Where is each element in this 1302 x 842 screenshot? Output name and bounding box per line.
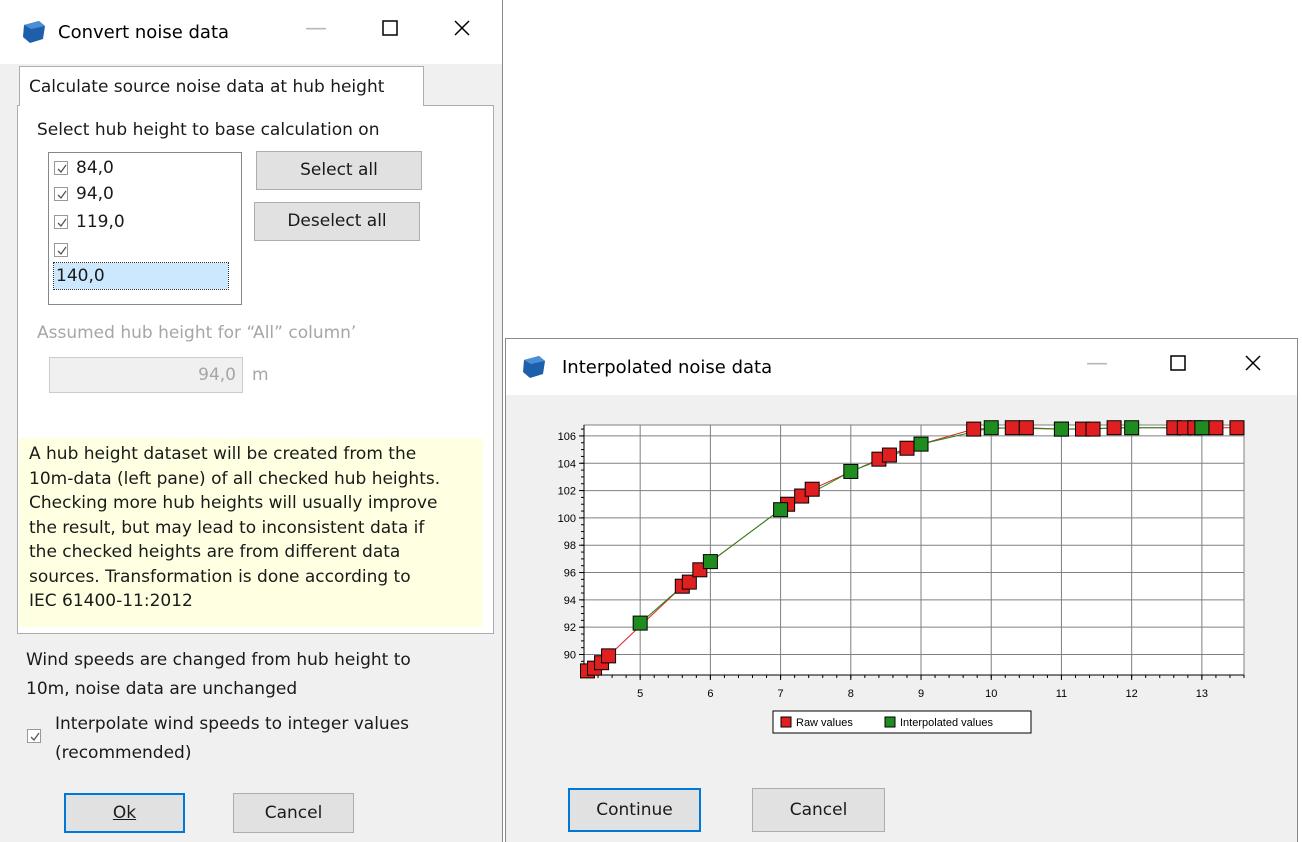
wind-speed-note: Wind speeds are changed from hub height … [26, 650, 411, 699]
checkbox[interactable] [54, 161, 68, 175]
hub-height-value: 84,0 [76, 158, 114, 178]
app-icon [23, 21, 45, 43]
raw-value-point [1208, 420, 1224, 436]
x-tick-label: 9 [918, 688, 924, 700]
raw-value-point [1106, 420, 1122, 436]
interpolated-legend-label: Interpolated values [900, 717, 993, 729]
x-tick-label: 10 [985, 688, 997, 700]
x-tick-label: 7 [778, 688, 784, 700]
hub-height-list[interactable]: 84,0 94,0 119,0 140,0 [48, 152, 242, 305]
checkbox[interactable] [54, 215, 68, 229]
y-tick-label: 102 [558, 486, 576, 498]
list-item[interactable]: 84,0 [54, 155, 116, 181]
maximize-button[interactable] [370, 17, 410, 42]
maximize-icon [1170, 355, 1186, 371]
interpolated-value-point [702, 554, 718, 570]
window-title: Interpolated noise data [562, 357, 773, 378]
maximize-button[interactable] [1158, 352, 1198, 377]
minimize-button[interactable]: — [296, 16, 336, 41]
raw-legend-label: Raw values [796, 717, 853, 729]
interpolated-value-point [632, 615, 648, 631]
hub-height-value: 140,0 [53, 262, 229, 290]
y-tick-label: 106 [558, 431, 576, 443]
hub-height-value: 94,0 [76, 184, 114, 204]
info-box: A hub height dataset will be created fro… [19, 438, 483, 627]
raw-value-point [1018, 420, 1034, 436]
select-all-button[interactable]: Select all [256, 151, 422, 190]
unit-label: m [252, 365, 269, 385]
raw-legend-swatch [780, 716, 792, 728]
y-tick-label: 100 [558, 513, 576, 525]
window-title: Convert noise data [58, 22, 230, 43]
cancel-button[interactable]: Cancel [233, 793, 354, 833]
app-icon [523, 356, 545, 378]
close-button[interactable] [1233, 352, 1273, 377]
deselect-all-button[interactable]: Deselect all [254, 202, 420, 241]
x-tick-label: 8 [848, 688, 854, 700]
x-tick-label: 11 [1056, 688, 1067, 700]
list-item[interactable]: 119,0 [54, 209, 127, 235]
continue-button[interactable]: Continue [568, 788, 701, 832]
cancel-button[interactable]: Cancel [752, 788, 885, 832]
title-bar: Convert noise data — [0, 0, 502, 64]
y-tick-label: 98 [564, 540, 576, 552]
y-tick-label: 90 [564, 650, 576, 662]
minimize-button[interactable]: — [1077, 351, 1117, 376]
check-icon [57, 218, 67, 228]
interpolated-value-point [1124, 420, 1140, 436]
interpolated-value-point [1053, 421, 1069, 437]
convert-noise-dialog: Convert noise data — Calculate source no… [0, 0, 503, 842]
noise-chart: 5 6 7 8 9 10 11 12 13 90 92 94 96 98 100 102 104 106 Raw … [558, 420, 1245, 734]
check-icon [57, 190, 67, 200]
hub-height-value: 119,0 [76, 212, 125, 232]
close-button[interactable] [442, 17, 482, 42]
checkbox[interactable] [54, 187, 68, 201]
interpolated-value-point [913, 436, 929, 452]
check-icon [57, 246, 67, 256]
x-tick-label: 6 [707, 688, 713, 700]
title-bar: Interpolated noise data — [506, 339, 1297, 395]
continue-label: Continue [596, 800, 673, 820]
interpolated-value-point [773, 502, 789, 518]
interpolate-checkbox[interactable] [27, 729, 41, 743]
y-tick-label: 92 [564, 622, 576, 634]
interpolate-label: Interpolate wind speeds to integer value… [55, 714, 410, 763]
raw-value-point [1085, 421, 1101, 437]
x-tick-label: 13 [1196, 688, 1208, 700]
y-tick-label: 96 [564, 568, 576, 580]
interpolated-value-point [843, 463, 859, 479]
y-tick-label: 94 [564, 595, 576, 607]
ok-label: Ok [112, 803, 137, 823]
checkbox[interactable] [54, 243, 68, 257]
list-item[interactable]: 94,0 [54, 181, 116, 207]
raw-value-point [804, 481, 820, 497]
assumed-hub-height-label: Assumed hub height for “All” column’ [37, 323, 357, 343]
tab-hub-height[interactable]: Calculate source noise data at hub heigh… [19, 66, 424, 106]
maximize-icon [382, 20, 398, 36]
check-icon [57, 164, 67, 174]
ok-button[interactable]: Ok [64, 793, 185, 833]
assumed-hub-height-input[interactable]: 94,0 [49, 357, 243, 393]
raw-value-point [881, 447, 897, 463]
close-icon [1245, 355, 1261, 371]
y-tick-label: 104 [558, 458, 576, 470]
check-icon [30, 732, 40, 742]
interpolated-value-point [983, 420, 999, 436]
close-icon [454, 20, 470, 36]
raw-value-point [966, 421, 982, 437]
interpolated-value-point [1194, 420, 1210, 436]
chart-legend: Raw values Interpolated values [772, 710, 1032, 734]
interpolated-legend-swatch [884, 716, 896, 728]
raw-value-point [1229, 420, 1245, 436]
x-tick-label: 12 [1126, 688, 1138, 700]
select-hub-height-label: Select hub height to base calculation on [37, 120, 380, 140]
x-tick-label: 5 [637, 688, 643, 700]
list-item[interactable]: 140,0 [53, 237, 241, 290]
chart-grid [583, 424, 1245, 676]
raw-value-point [1004, 420, 1020, 436]
raw-value-point [601, 648, 617, 664]
raw-value-point [899, 440, 915, 456]
plot-area [583, 424, 1245, 676]
